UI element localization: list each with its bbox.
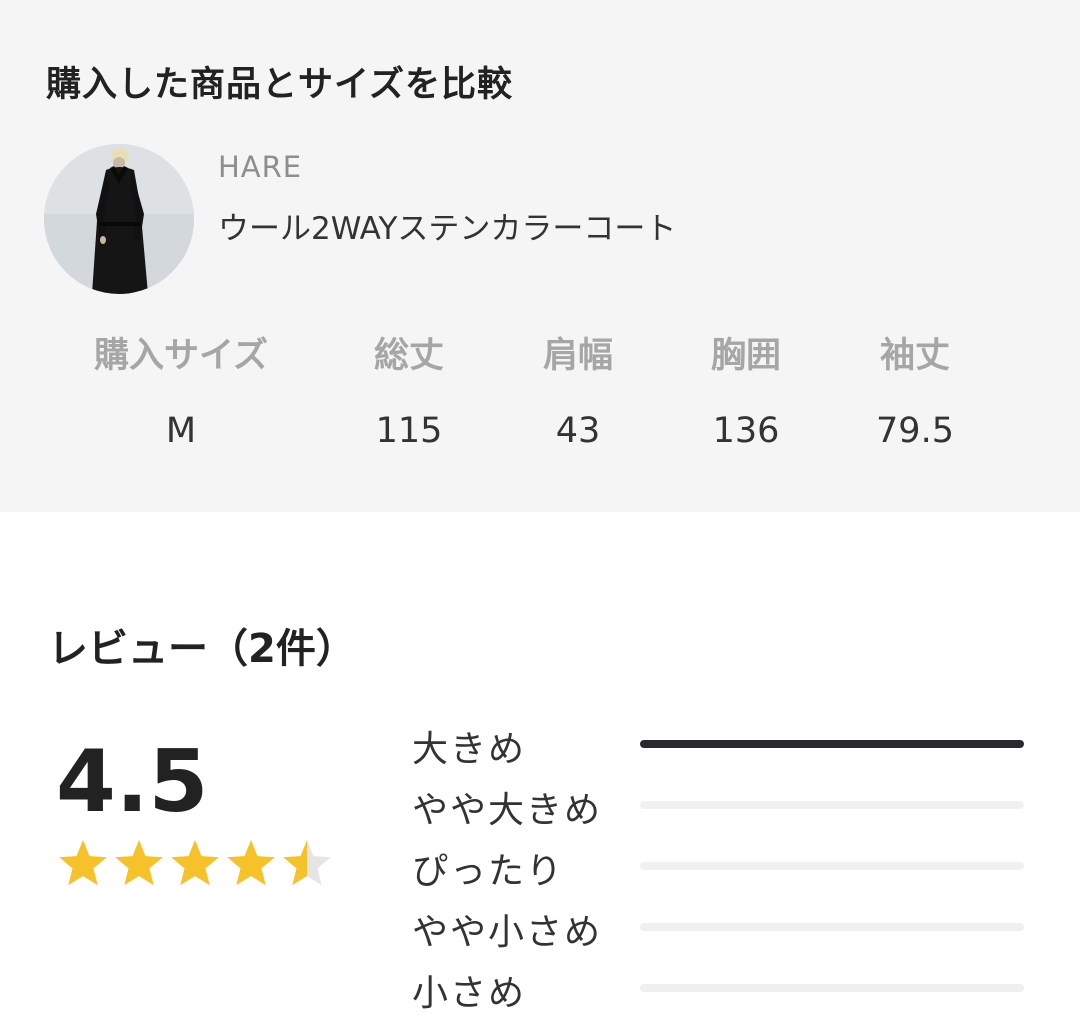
fit-row: ぴったり [412, 838, 1032, 899]
size-value: 79.5 [876, 411, 954, 451]
fit-row: やや大きめ [412, 777, 1032, 838]
star-icon [227, 840, 275, 886]
review-section-title: レビュー（2件） [48, 626, 356, 672]
size-header: 購入サイズ [94, 336, 268, 376]
size-value: M [165, 411, 197, 451]
fit-label: 小さめ [412, 973, 527, 1014]
star-icon [171, 840, 219, 886]
fit-label: 大きめ [412, 729, 527, 770]
star-icon [283, 840, 331, 886]
compare-section-title: 購入した商品とサイズを比較 [46, 65, 513, 105]
fit-bar-track [640, 923, 1024, 931]
fit-label: やや小さめ [412, 912, 603, 953]
fit-bar-track [640, 740, 1024, 748]
size-compare-section: 購入した商品とサイズを比較 HARE ウール2WAYステンカラーコート 購入サイ… [0, 0, 1080, 512]
brand-name[interactable]: HARE [218, 150, 302, 184]
size-col-purchased: 購入サイズ M [71, 330, 291, 456]
fit-bar-track [640, 984, 1024, 992]
fit-bar-track [640, 862, 1024, 870]
average-rating: 4.5 [56, 732, 209, 832]
fit-row: 大きめ [412, 716, 1032, 777]
size-col-sleeve: 袖丈 79.5 [805, 330, 1025, 456]
fit-bar-fill [640, 740, 1024, 748]
fit-bar-track [640, 801, 1024, 809]
star-icon [59, 840, 107, 886]
fit-label: ぴったり [412, 851, 565, 892]
fit-label: やや大きめ [412, 790, 603, 831]
product-name[interactable]: ウール2WAYステンカラーコート [218, 203, 676, 248]
fit-row: やや小さめ [412, 899, 1032, 960]
product-thumbnail[interactable] [44, 144, 194, 294]
fit-row: 小さめ [412, 960, 1032, 1021]
rating-stars [59, 840, 331, 886]
fit-distribution: 大きめやや大きめぴったりやや小さめ小さめ [412, 716, 1032, 1021]
star-icon [115, 840, 163, 886]
coat-model-image [44, 144, 194, 294]
size-header: 袖丈 [879, 336, 950, 376]
